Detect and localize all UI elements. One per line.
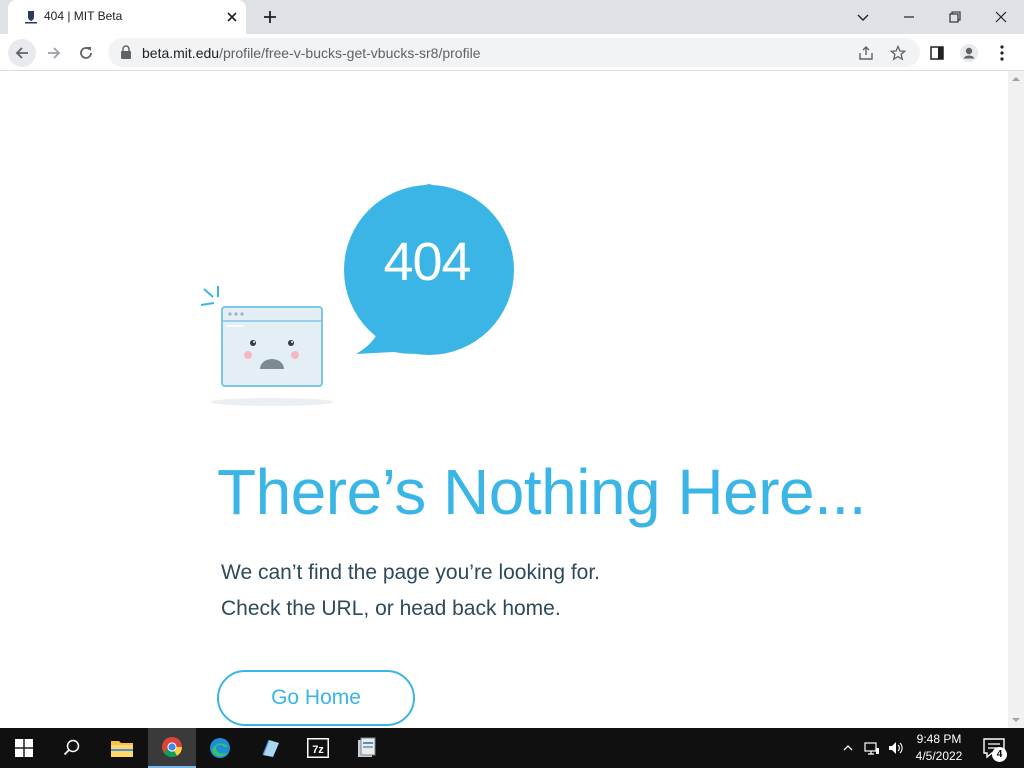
close-window-icon[interactable] bbox=[989, 5, 1013, 29]
url-text[interactable]: beta.mit.edu/profile/free-v-bucks-get-vb… bbox=[142, 45, 480, 61]
vertical-scrollbar[interactable] bbox=[1008, 71, 1024, 728]
notification-count-badge: 4 bbox=[992, 747, 1007, 762]
taskbar-edge[interactable] bbox=[196, 728, 244, 768]
message-line-1: We can’t find the page you’re looking fo… bbox=[221, 561, 601, 584]
edge-icon bbox=[210, 738, 230, 758]
error-code: 404 bbox=[383, 232, 471, 292]
page-viewport: 404 There’s Nothing Here... We can’t fin… bbox=[0, 71, 1008, 728]
notepad-icon bbox=[262, 739, 279, 757]
bookmark-star-icon[interactable] bbox=[888, 43, 908, 63]
7zip-icon: 7z bbox=[307, 738, 329, 758]
side-panel-button[interactable] bbox=[923, 39, 951, 67]
restore-icon[interactable] bbox=[943, 5, 967, 29]
volume-icon[interactable] bbox=[886, 738, 906, 758]
mit-shield-icon bbox=[25, 11, 37, 24]
taskbar: 7z 9:48 PM 4/5/2022 4 bbox=[0, 728, 1024, 768]
go-home-button[interactable]: Go Home bbox=[217, 670, 415, 726]
url-path: /profile/free-v-bucks-get-vbucks-sr8/pro… bbox=[219, 45, 481, 61]
profile-button[interactable] bbox=[955, 39, 983, 67]
address-bar[interactable]: beta.mit.edu/profile/free-v-bucks-get-vb… bbox=[108, 38, 920, 67]
start-button[interactable] bbox=[0, 728, 48, 768]
back-button[interactable] bbox=[8, 39, 36, 67]
taskbar-app[interactable] bbox=[342, 728, 390, 768]
message-line-2: Check the URL, or head back home. bbox=[221, 597, 561, 620]
app-icon bbox=[358, 737, 376, 757]
search-button[interactable] bbox=[48, 728, 96, 768]
chevron-up-icon[interactable] bbox=[838, 738, 858, 758]
close-tab-icon[interactable] bbox=[224, 9, 240, 25]
tab-title: 404 | MIT Beta bbox=[44, 9, 123, 23]
reload-icon bbox=[80, 47, 92, 59]
folder-icon bbox=[111, 741, 133, 757]
scroll-down-icon[interactable] bbox=[1008, 714, 1024, 726]
clock-date: 4/5/2022 bbox=[915, 749, 963, 763]
chrome-icon bbox=[162, 736, 183, 758]
browser-toolbar: beta.mit.edu/profile/free-v-bucks-get-vb… bbox=[0, 34, 1024, 71]
new-tab-icon[interactable] bbox=[260, 7, 280, 27]
network-icon[interactable] bbox=[862, 738, 882, 758]
reload-button[interactable] bbox=[72, 39, 100, 67]
tab-search-icon[interactable] bbox=[851, 5, 875, 29]
clock-time: 9:48 PM bbox=[916, 732, 962, 746]
lock-icon[interactable] bbox=[120, 45, 132, 59]
avatar-icon bbox=[960, 44, 978, 62]
minimize-icon[interactable] bbox=[897, 5, 921, 29]
page-title: There’s Nothing Here... bbox=[217, 456, 866, 528]
forward-arrow-icon bbox=[48, 47, 61, 59]
scroll-up-icon[interactable] bbox=[1008, 73, 1024, 85]
kebab-menu-icon bbox=[1000, 45, 1004, 61]
tab-active[interactable]: 404 | MIT Beta bbox=[8, 0, 246, 34]
svg-text:7z: 7z bbox=[312, 744, 324, 756]
windows-logo-icon bbox=[15, 739, 33, 757]
taskbar-chrome[interactable] bbox=[148, 728, 196, 768]
share-icon[interactable] bbox=[856, 43, 876, 63]
system-clock[interactable]: 9:48 PM 4/5/2022 bbox=[906, 731, 972, 765]
url-host: beta.mit.edu bbox=[142, 45, 220, 61]
side-panel-icon bbox=[930, 46, 944, 60]
taskbar-notepad[interactable] bbox=[246, 728, 294, 768]
tab-strip: 404 | MIT Beta bbox=[0, 0, 1024, 34]
search-icon bbox=[63, 739, 80, 756]
taskbar-file-explorer[interactable] bbox=[98, 728, 146, 768]
taskbar-7zip[interactable]: 7z bbox=[294, 728, 342, 768]
back-arrow-icon bbox=[15, 47, 28, 59]
sad-browser-illustration bbox=[200, 184, 514, 406]
forward-button[interactable] bbox=[40, 39, 68, 67]
menu-button[interactable] bbox=[988, 39, 1016, 67]
